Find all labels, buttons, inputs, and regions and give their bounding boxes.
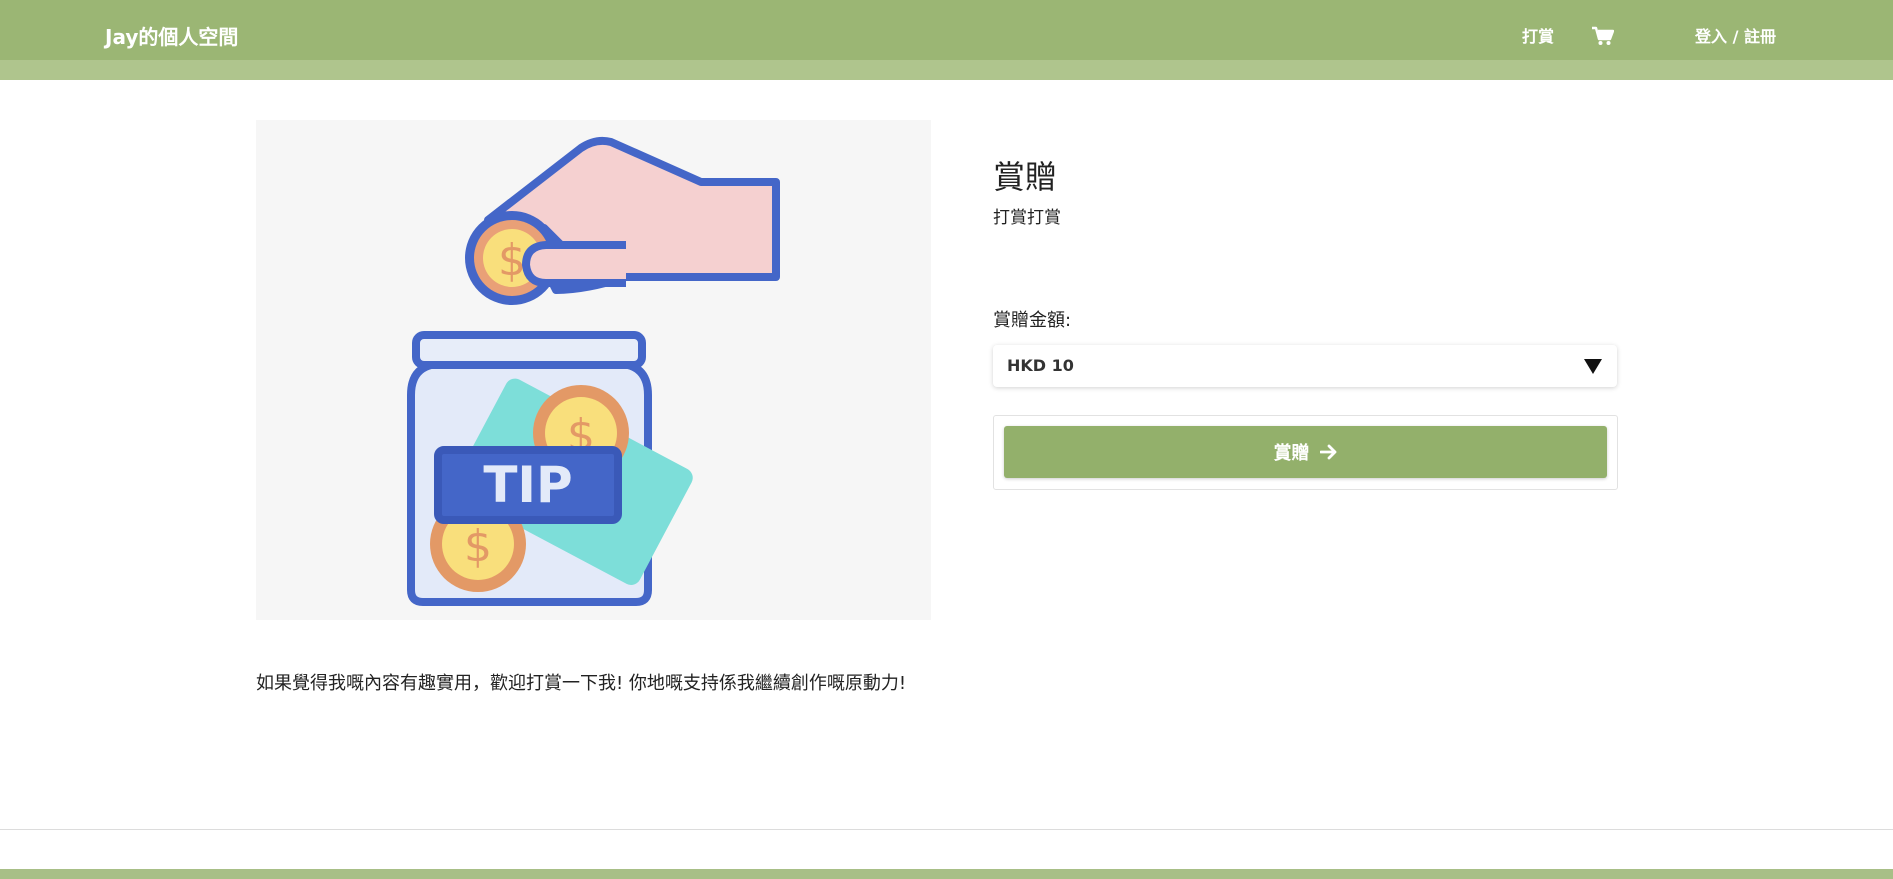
product-subtitle: 打賞打賞 [993,208,1061,228]
submit-button-container: 賞贈 [993,415,1618,490]
footer-bar [0,869,1893,879]
product-description: 如果覺得我嘅內容有趣實用，歡迎打賞一下我! 你地嘅支持係我繼續創作嘅原動力! [256,673,907,694]
svg-text:$: $ [464,521,492,572]
svg-text:$: $ [498,235,526,286]
nav-link-login-register[interactable]: 登入 / 註冊 [1695,25,1776,49]
amount-selected-value: HKD 10 [1007,356,1074,375]
arrow-right-icon [1319,444,1338,460]
nav-link-tip[interactable]: 打賞 [1522,25,1554,49]
dropdown-triangle-icon [1583,357,1603,375]
tip-submit-label: 賞贈 [1273,443,1310,464]
site-brand[interactable]: Jay的個人空間 [105,23,238,51]
footer-divider [0,829,1893,830]
amount-label: 賞贈金額: [993,310,1072,331]
shopping-cart-icon[interactable] [1592,26,1615,46]
product-title: 賞贈 [993,158,1058,196]
tip-jar-illustration: $ $ $ TIP [256,120,931,620]
navbar-accent-strip [0,60,1893,80]
amount-select[interactable]: HKD 10 [993,345,1617,387]
tip-jar-label: TIP [483,456,572,514]
tip-submit-button[interactable]: 賞贈 [1004,426,1607,478]
